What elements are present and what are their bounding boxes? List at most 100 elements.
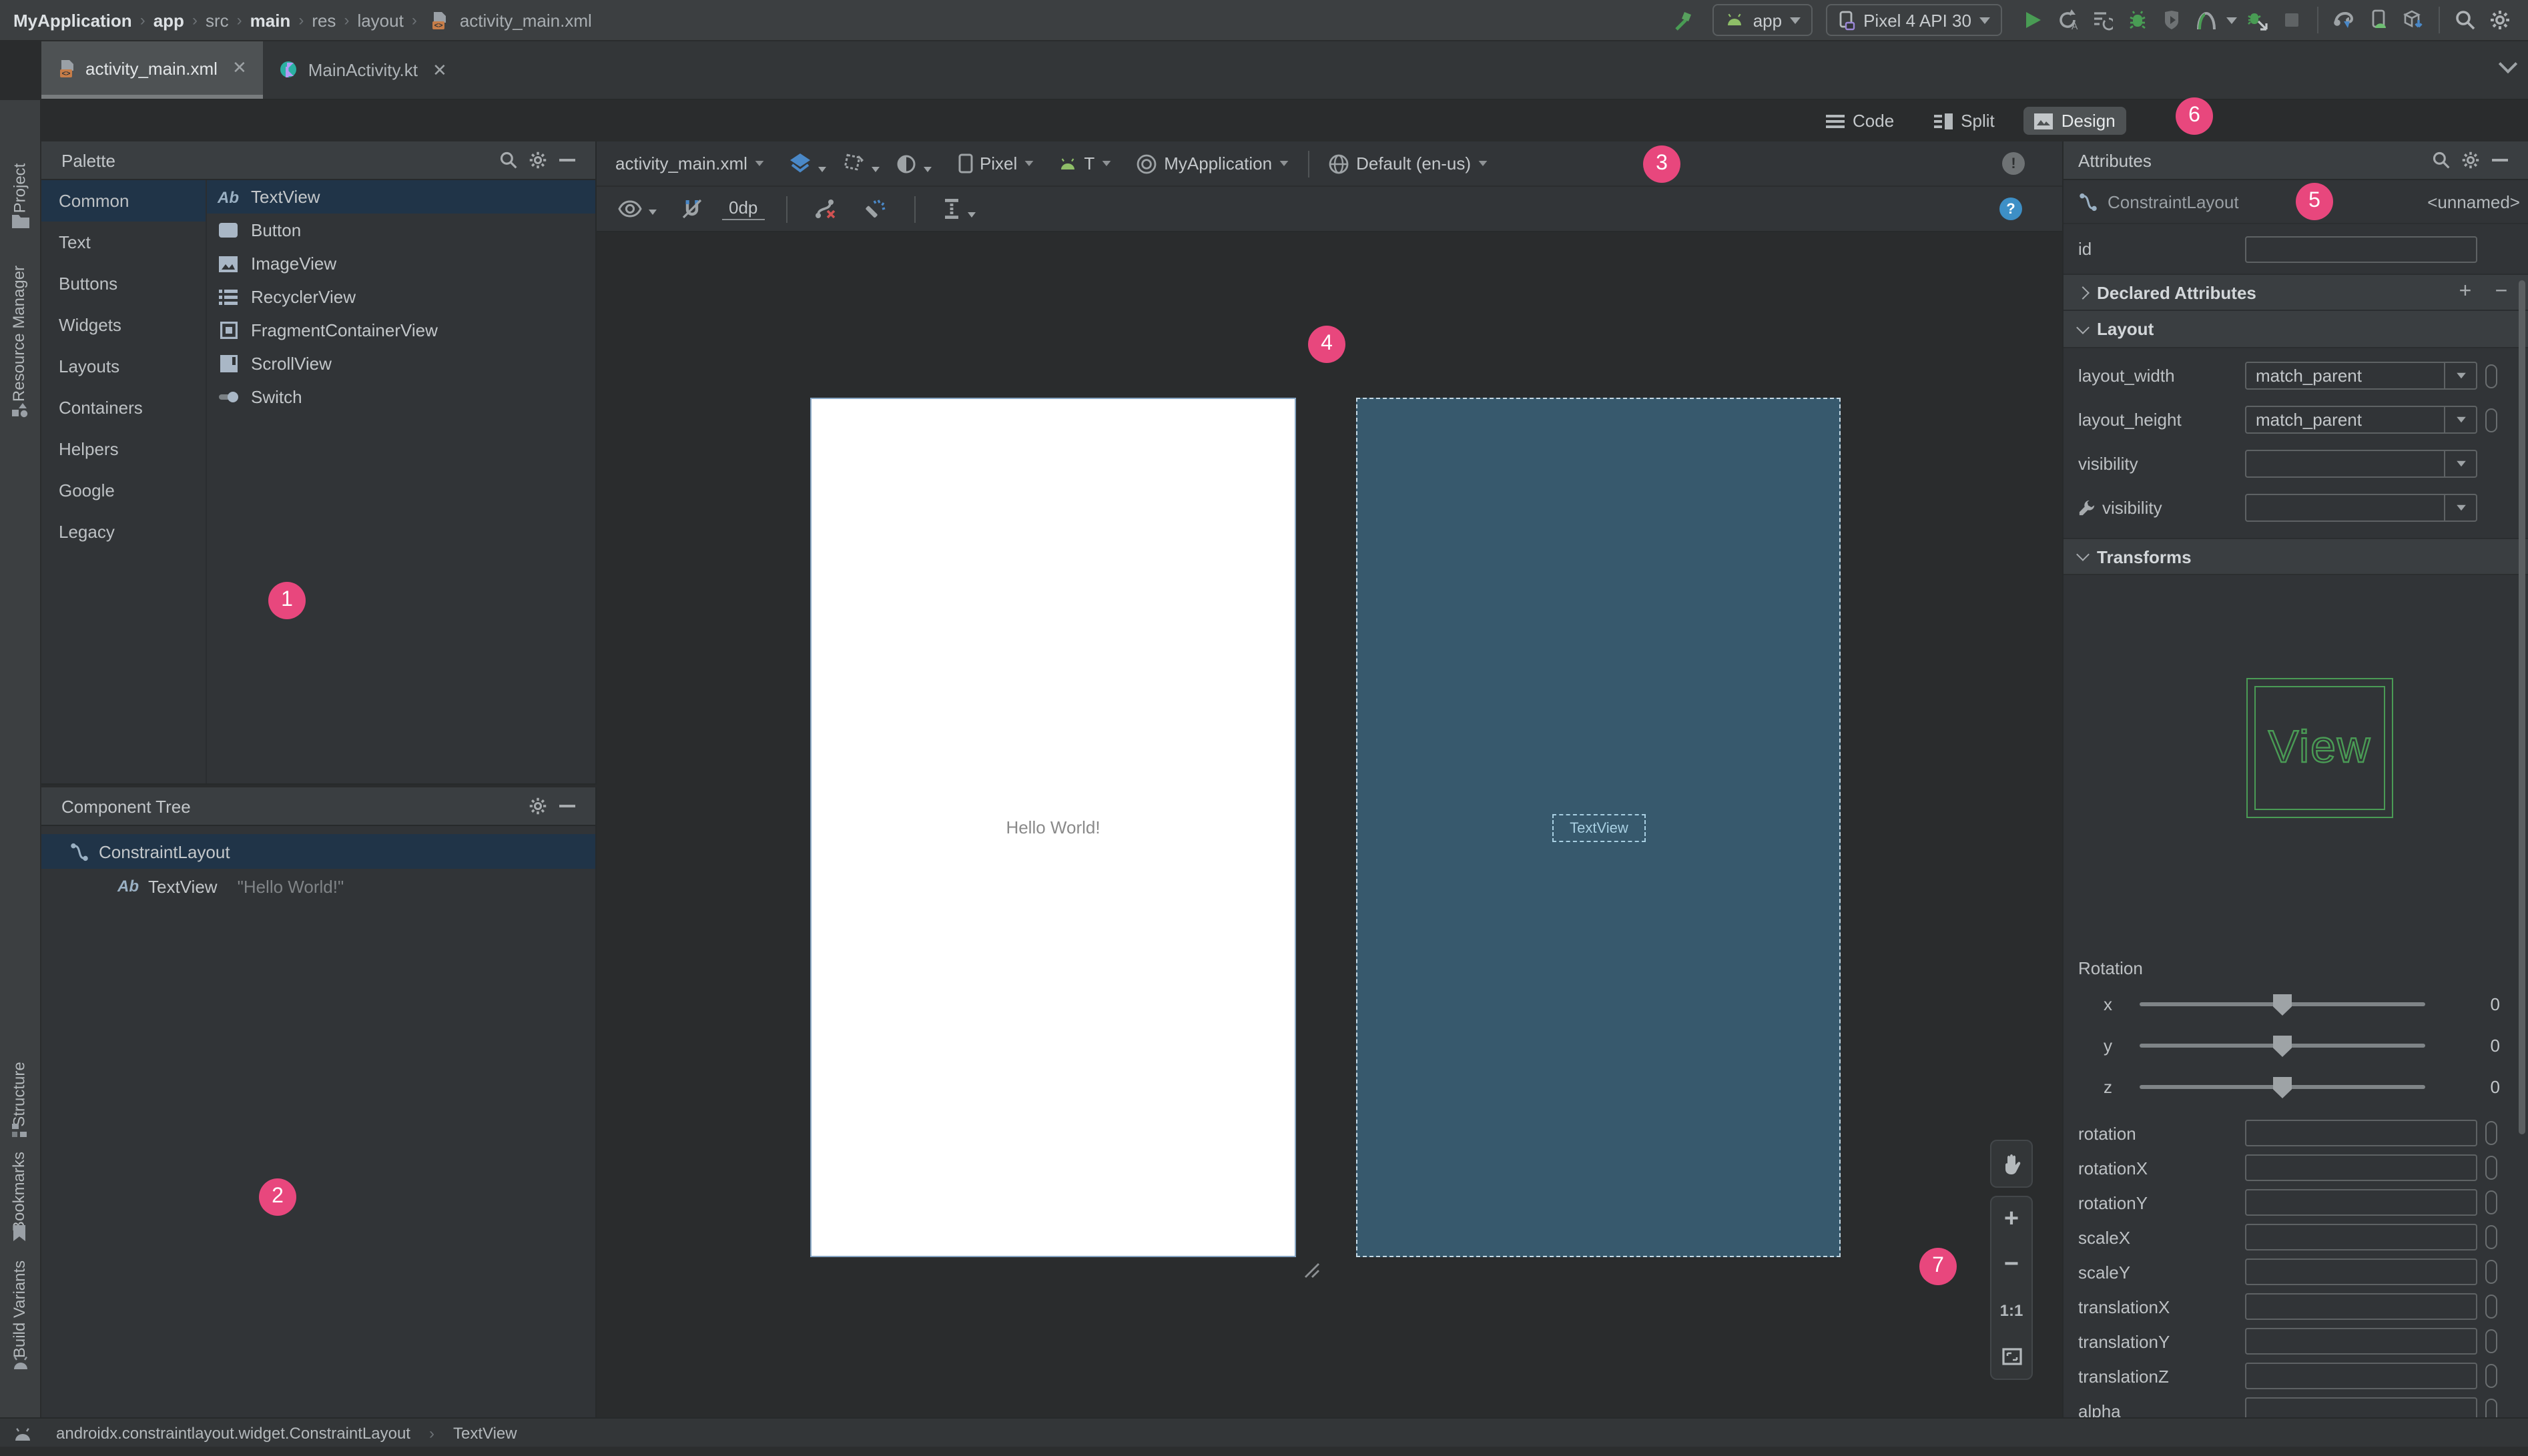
zoom-to-fit-button[interactable] xyxy=(1991,1333,2031,1379)
scrollbar[interactable] xyxy=(2519,280,2525,1134)
status-selected-component[interactable]: TextView xyxy=(453,1423,517,1442)
search-icon[interactable] xyxy=(494,147,523,173)
design-view-canvas[interactable]: Hello World! xyxy=(810,398,1296,1257)
sdk-manager-icon[interactable] xyxy=(2396,4,2431,36)
hide-panel-icon[interactable] xyxy=(2485,147,2515,173)
locale-selector[interactable]: Default (en-us) xyxy=(1323,153,1494,174)
build-hammer-icon[interactable] xyxy=(1668,4,1702,36)
section-layout[interactable]: Layout xyxy=(2064,311,2528,348)
close-icon[interactable]: ✕ xyxy=(432,59,447,81)
layout-height-toggle[interactable] xyxy=(2485,408,2497,432)
chevron-down-icon[interactable] xyxy=(2226,17,2237,23)
infer-constraints-button[interactable] xyxy=(856,197,892,221)
layout-width-select[interactable]: match_parent xyxy=(2245,362,2477,390)
blueprint-view-canvas[interactable]: TextView xyxy=(1356,398,1841,1257)
layout-width-toggle[interactable] xyxy=(2485,364,2497,388)
coverage-icon[interactable] xyxy=(2189,4,2224,36)
rotation-x-slider[interactable] xyxy=(2140,994,2425,1016)
slider-thumb[interactable] xyxy=(2273,1077,2292,1098)
canvas-resize-handle[interactable] xyxy=(1301,1260,1320,1279)
breadcrumb-layout[interactable]: layout xyxy=(354,10,406,30)
palette-category-common[interactable]: Common xyxy=(41,180,206,222)
hello-world-text[interactable]: Hello World! xyxy=(812,817,1295,837)
remove-attribute-button[interactable]: − xyxy=(2488,280,2515,304)
rotation-z-slider[interactable] xyxy=(2140,1077,2425,1098)
resource-manager-icon[interactable] xyxy=(11,402,29,420)
profile-app-icon[interactable] xyxy=(2154,4,2189,36)
zoom-100-button[interactable]: 1:1 xyxy=(1991,1288,2031,1333)
autoconnect-toggle[interactable] xyxy=(675,198,709,220)
field-toggle[interactable] xyxy=(2485,1399,2497,1417)
gear-icon[interactable] xyxy=(2456,147,2485,173)
sidebar-item-build-variants[interactable]: Build Variants xyxy=(0,1260,41,1358)
device-for-preview-selector[interactable]: Pixel xyxy=(953,153,1040,173)
gradle-sync-icon[interactable] xyxy=(2326,4,2361,36)
sidebar-item-structure[interactable]: Structure xyxy=(0,1062,41,1126)
default-margin-button[interactable]: 0dp xyxy=(722,198,765,220)
palette-category-legacy[interactable]: Legacy xyxy=(41,511,206,553)
rotationy-input[interactable] xyxy=(2245,1189,2477,1216)
rotation-input[interactable] xyxy=(2245,1120,2477,1146)
translationz-input[interactable] xyxy=(2245,1363,2477,1389)
field-toggle[interactable] xyxy=(2485,1121,2497,1145)
device-select[interactable]: Pixel 4 API 30 xyxy=(1826,4,2002,36)
breadcrumb-app[interactable]: app xyxy=(151,10,187,30)
device-manager-icon[interactable] xyxy=(2361,4,2396,36)
hide-panel-icon[interactable] xyxy=(553,793,582,819)
palette-item-recyclerview[interactable]: RecyclerView xyxy=(207,280,595,314)
palette-category-text[interactable]: Text xyxy=(41,222,206,263)
breadcrumb-main[interactable]: main xyxy=(248,10,294,30)
structure-icon[interactable] xyxy=(11,1122,29,1138)
palette-category-layouts[interactable]: Layouts xyxy=(41,346,206,387)
attach-debugger-icon[interactable] xyxy=(2240,4,2274,36)
field-toggle[interactable] xyxy=(2485,1225,2497,1249)
breadcrumb-res[interactable]: res xyxy=(309,10,338,30)
tree-row-constraintlayout[interactable]: ConstraintLayout xyxy=(41,834,595,869)
layout-height-select[interactable]: match_parent xyxy=(2245,406,2477,434)
gear-icon[interactable] xyxy=(523,147,553,173)
field-toggle[interactable] xyxy=(2485,1295,2497,1319)
hide-panel-icon[interactable] xyxy=(553,147,582,173)
field-toggle[interactable] xyxy=(2485,1156,2497,1180)
palette-item-button[interactable]: Button xyxy=(207,214,595,247)
pan-button[interactable] xyxy=(1991,1141,2031,1186)
issue-indicator-icon[interactable]: ! xyxy=(2002,152,2025,175)
night-mode-selector[interactable] xyxy=(890,153,937,174)
visibility-select[interactable] xyxy=(2245,450,2477,478)
breadcrumb-file[interactable]: activity_main.xml xyxy=(457,10,595,30)
mode-design-button[interactable]: Design xyxy=(2023,107,2126,135)
field-toggle[interactable] xyxy=(2485,1190,2497,1214)
apply-changes-button[interactable]: A xyxy=(2050,4,2085,36)
theme-selector[interactable]: MyApplication xyxy=(1131,153,1295,174)
zoom-in-button[interactable]: + xyxy=(1991,1197,2031,1242)
translationy-input[interactable] xyxy=(2245,1328,2477,1355)
help-icon[interactable]: ? xyxy=(1999,198,2022,220)
slider-thumb[interactable] xyxy=(2273,994,2292,1016)
id-input[interactable] xyxy=(2245,236,2477,262)
palette-category-helpers[interactable]: Helpers xyxy=(41,428,206,470)
alpha-input[interactable] xyxy=(2245,1397,2477,1417)
palette-category-google[interactable]: Google xyxy=(41,470,206,511)
add-attribute-button[interactable]: + xyxy=(2452,280,2479,304)
file-selector[interactable]: activity_main.xml xyxy=(610,153,770,173)
slider-thumb[interactable] xyxy=(2273,1036,2292,1057)
breadcrumb-src[interactable]: src xyxy=(203,10,232,30)
run-button[interactable] xyxy=(2015,4,2050,36)
build-variants-icon[interactable] xyxy=(11,1355,31,1371)
stop-button[interactable] xyxy=(2274,4,2309,36)
palette-item-imageview[interactable]: ImageView xyxy=(207,247,595,280)
search-everywhere-icon[interactable] xyxy=(2448,4,2483,36)
clear-constraints-button[interactable] xyxy=(808,198,843,220)
field-toggle[interactable] xyxy=(2485,1364,2497,1388)
pack-align-button[interactable] xyxy=(936,198,980,220)
mode-split-button[interactable]: Split xyxy=(1923,107,2005,135)
rotation-y-slider[interactable] xyxy=(2140,1036,2425,1057)
palette-category-containers[interactable]: Containers xyxy=(41,387,206,428)
section-transforms[interactable]: Transforms xyxy=(2064,538,2528,575)
palette-category-widgets[interactable]: Widgets xyxy=(41,304,206,346)
rotationx-input[interactable] xyxy=(2245,1154,2477,1181)
settings-gear-icon[interactable] xyxy=(2483,4,2517,36)
tree-row-textview[interactable]: Ab TextView "Hello World!" xyxy=(41,869,595,903)
profiler-icon[interactable] xyxy=(2085,4,2120,36)
chevron-down-icon[interactable] xyxy=(2498,54,2518,74)
